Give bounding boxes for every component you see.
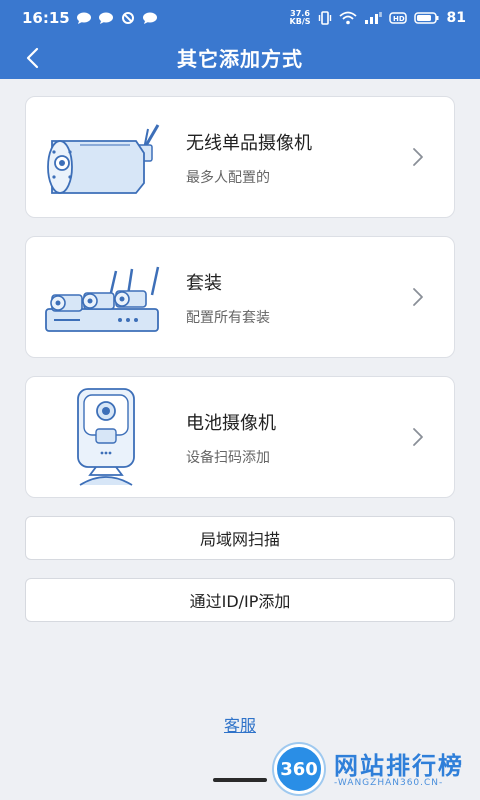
option-title: 无线单品摄像机 [186, 133, 312, 154]
chevron-left-icon [26, 47, 39, 69]
chevron-right-icon [413, 288, 423, 306]
home-indicator[interactable] [213, 778, 267, 782]
option-card-kit[interactable]: 套装 配置所有套装 [25, 236, 455, 358]
bullet-camera-illustration [47, 124, 160, 194]
option-subtitle: 最多人配置的 [186, 170, 270, 186]
chevron-right-icon [413, 148, 423, 166]
chat-bubble-icon [98, 12, 113, 24]
option-card-battery-camera[interactable]: 电池摄像机 设备扫码添加 [25, 376, 455, 498]
option-title: 套装 [186, 273, 222, 294]
net-speed-unit: KB/S [289, 17, 311, 26]
chat-bubble-icon [142, 12, 157, 24]
status-left: 16:15 [22, 9, 158, 27]
status-bar: 16:15 37.6 KB/S ll HD 81 [0, 0, 480, 36]
wifi-icon [338, 11, 357, 25]
svg-text:ll: ll [379, 12, 382, 19]
blocked-circle-icon [121, 12, 134, 24]
vibrate-icon [318, 11, 331, 25]
add-by-ip-button[interactable]: 通过ID/IP添加 [25, 578, 455, 622]
customer-service-link[interactable]: 客服 [200, 712, 280, 736]
back-button[interactable] [14, 40, 50, 76]
watermark: 360 网站排行榜 -WANGZHAN360.CN- [270, 738, 480, 800]
camera-kit-illustration [45, 266, 160, 332]
lan-scan-button[interactable]: 局域网扫描 [25, 516, 455, 560]
hd-icon: HD [388, 12, 407, 24]
option-subtitle: 配置所有套装 [186, 310, 270, 326]
chat-bubble-icon [76, 12, 91, 24]
page-title: 其它添加方式 [177, 47, 303, 71]
watermark-badge: 360 [274, 744, 324, 794]
watermark-text: 网站排行榜 [334, 752, 464, 780]
watermark-url: -WANGZHAN360.CN- [334, 778, 444, 788]
battery-icon [413, 12, 439, 24]
battery-camera-illustration [77, 388, 135, 486]
net-speed: 37.6 KB/S [290, 10, 311, 26]
option-title: 电池摄像机 [186, 413, 276, 434]
svg-text:HD: HD [393, 15, 405, 23]
battery-level: 81 [446, 10, 466, 26]
signal-icon: ll [364, 12, 382, 24]
app-header: 其它添加方式 [0, 36, 480, 79]
chevron-right-icon [413, 428, 423, 446]
status-time: 16:15 [22, 9, 70, 27]
status-right: 37.6 KB/S ll HD 81 [290, 10, 466, 27]
option-subtitle: 设备扫码添加 [186, 450, 270, 466]
option-card-wireless-camera[interactable]: 无线单品摄像机 最多人配置的 [25, 96, 455, 218]
